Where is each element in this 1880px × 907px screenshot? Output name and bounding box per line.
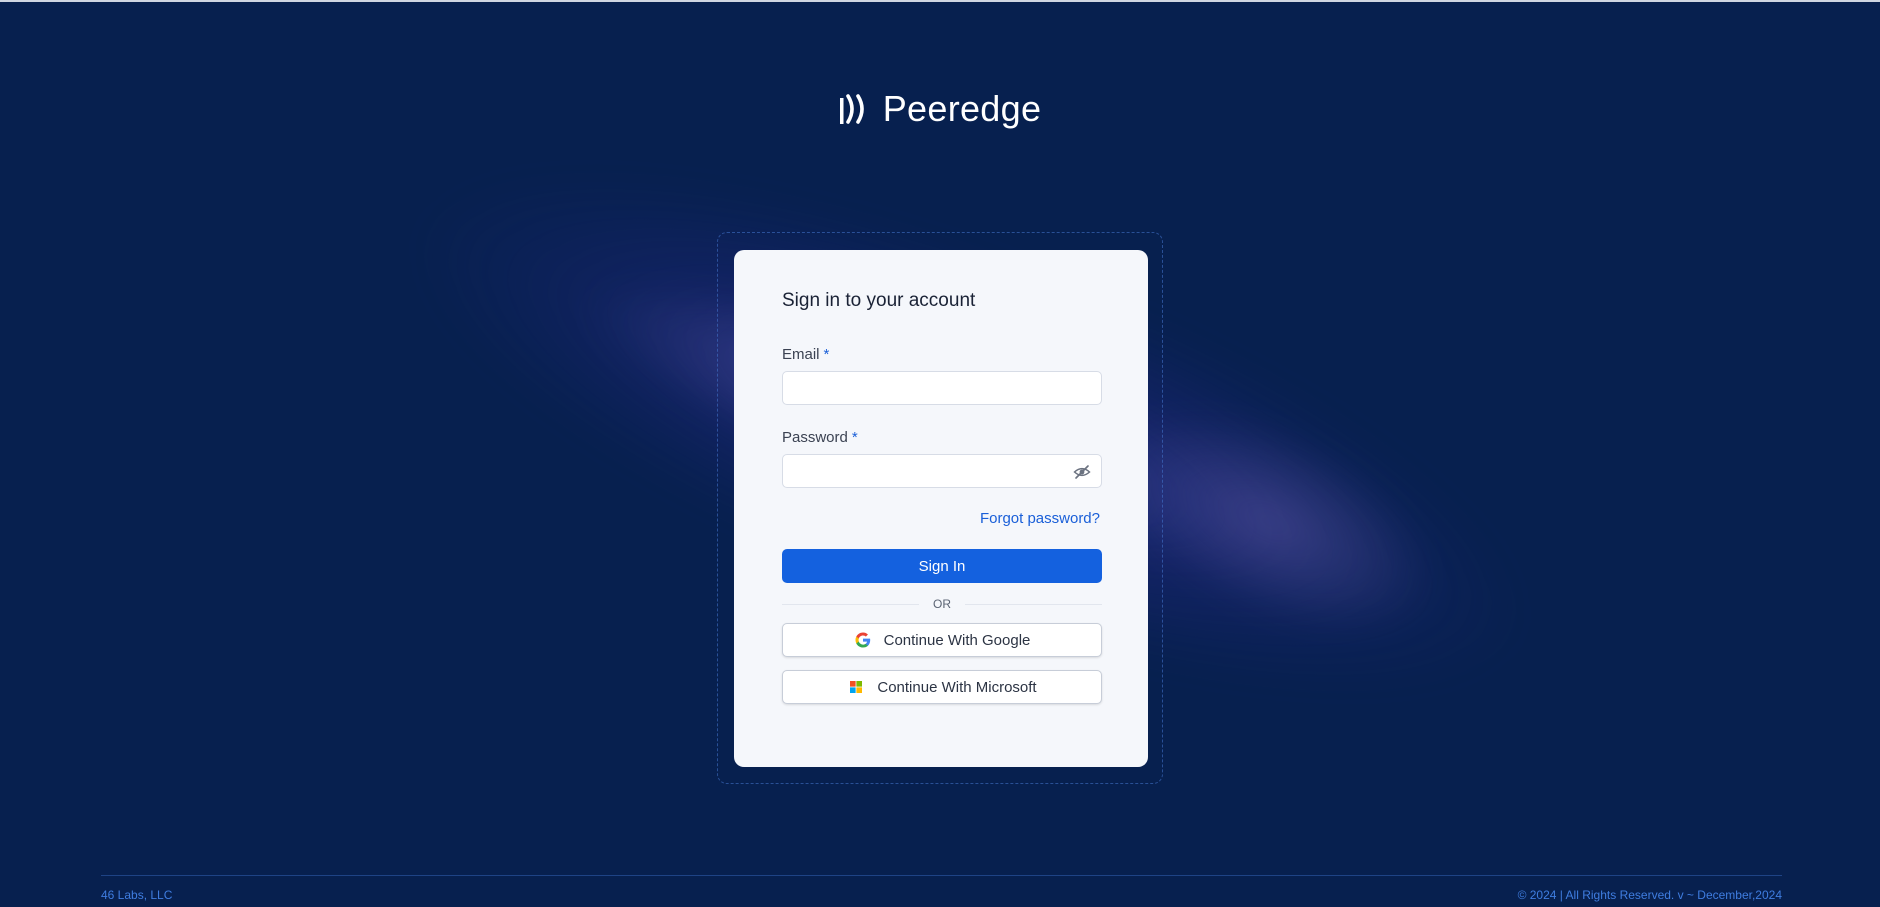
brand-logo: Peeredge [0,88,1880,130]
email-field [782,371,1102,405]
eye-off-icon[interactable] [1073,463,1091,481]
google-button-label: Continue With Google [883,631,1031,649]
required-mark: * [851,429,858,446]
footer-divider [101,875,1782,876]
google-sign-in-button[interactable]: Continue With Google [782,623,1102,657]
brand-name: Peeredge [882,88,1042,129]
password-input[interactable] [783,455,1101,487]
footer-company: 46 Labs, LLC [101,888,173,902]
login-title: Sign in to your account [782,290,976,311]
sign-in-button[interactable]: Sign In [782,549,1102,583]
or-divider: OR [782,597,1102,611]
google-icon [855,632,870,648]
divider-line-left [782,603,919,605]
password-label-text: Password [782,429,848,446]
footer-copyright: © 2024 | All Rights Reserved. v ~ Decemb… [1517,888,1782,902]
email-input[interactable] [783,372,1101,404]
password-field [782,454,1102,488]
microsoft-button-label: Continue With Microsoft [877,678,1037,696]
password-label: Password * [782,429,1100,446]
login-card: Sign in to your account Email * Password *… [734,250,1148,767]
email-label-text: Email [782,346,820,363]
forgot-password-link[interactable]: Forgot password? [782,510,1100,527]
microsoft-icon [850,681,863,693]
divider-line-right [965,603,1102,605]
or-divider-text: OR [933,597,951,611]
email-label: Email * [782,346,1100,363]
microsoft-sign-in-button[interactable]: Continue With Microsoft [782,670,1102,704]
required-mark: * [823,346,830,363]
peeredge-logo-icon [839,94,864,124]
